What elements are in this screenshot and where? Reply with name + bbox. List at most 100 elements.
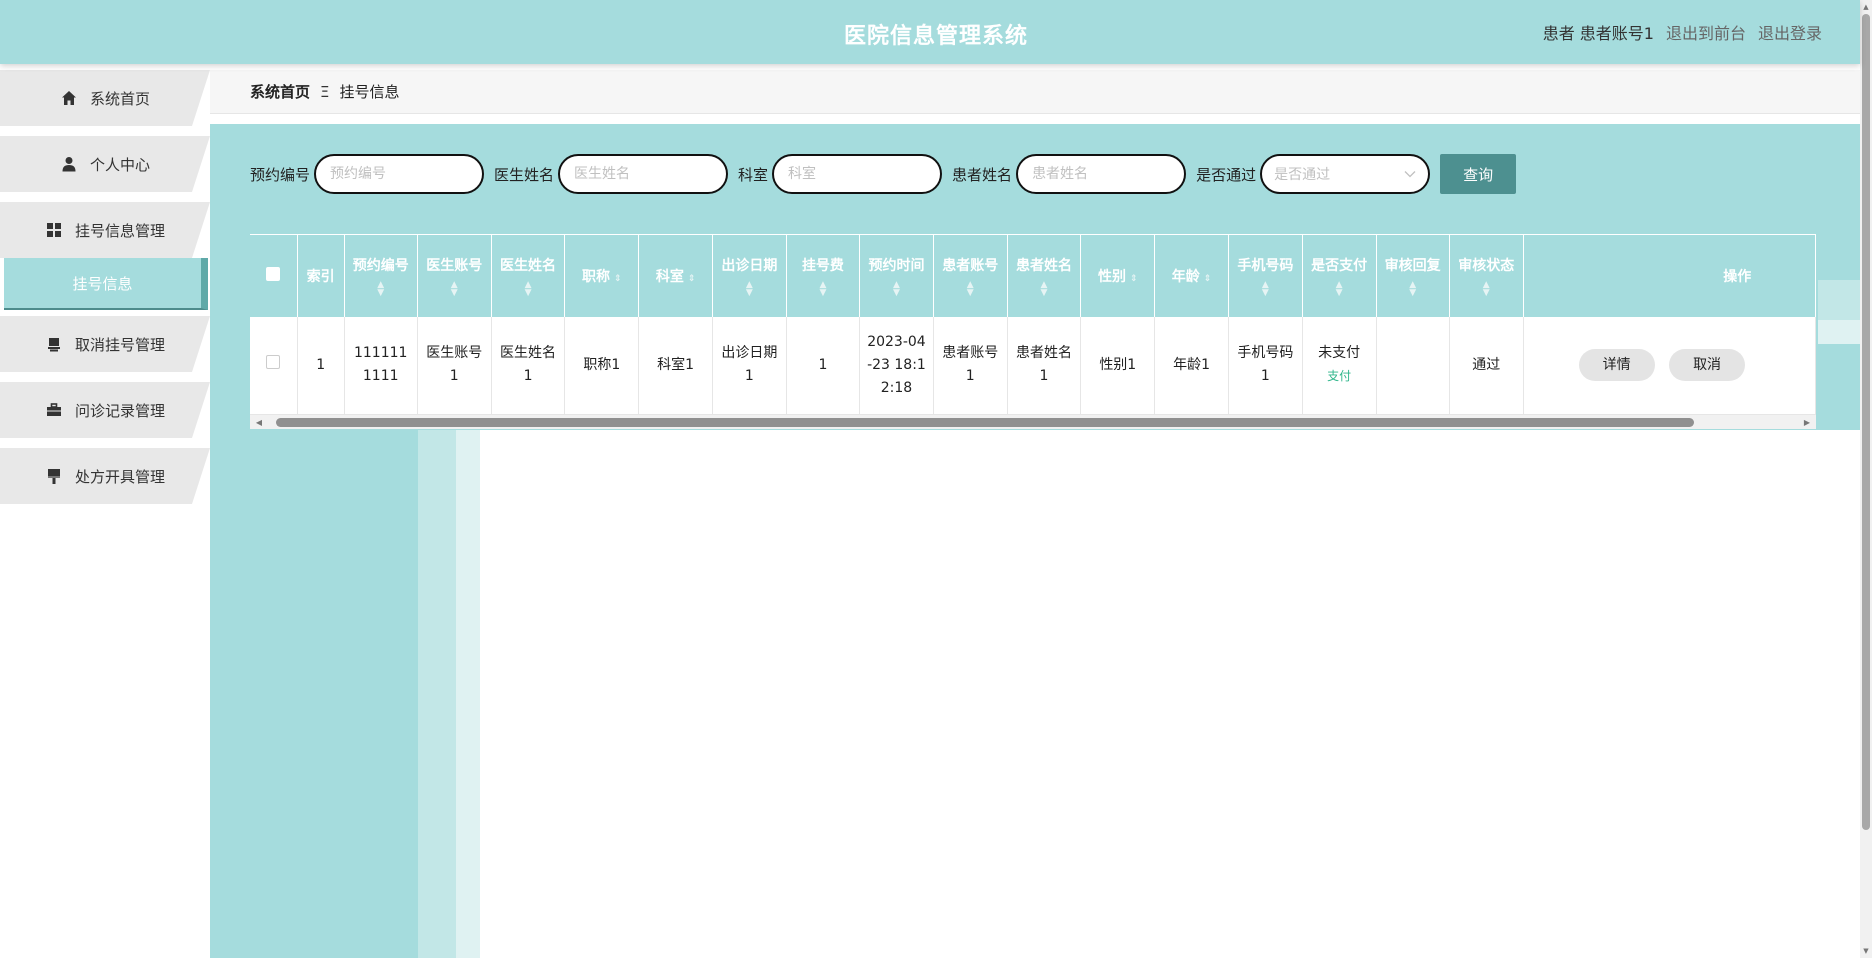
cell-doctor-account: 医生账号1 — [417, 316, 492, 415]
cell-department: 科室1 — [638, 316, 713, 415]
sidebar: 系统首页 个人中心 挂号信息管理 挂号信息 取消挂号管理 问诊记录管理 处方开具… — [0, 64, 210, 958]
sort-icon[interactable]: ⇕ — [688, 274, 696, 284]
table-horizontal-scrollbar[interactable]: ◀ ▶ — [250, 415, 1816, 429]
chevron-down-icon — [1404, 166, 1416, 182]
top-header: 医院信息管理系统 患者 患者账号1 退出到前台 退出登录 — [0, 0, 1860, 64]
home-icon — [60, 89, 78, 107]
column-header[interactable]: 是否支付 ▲ ▼ — [1302, 234, 1377, 317]
stamp-icon — [45, 335, 63, 353]
sort-icon[interactable]: ⇕ — [1204, 274, 1212, 284]
scroll-down-icon[interactable]: ▼ — [1860, 945, 1872, 957]
breadcrumb-home[interactable]: 系统首页 — [250, 81, 310, 102]
cancel-button[interactable]: 取消 — [1669, 349, 1746, 382]
column-header-label: 操作 — [1723, 268, 1752, 285]
cell-title: 职称1 — [564, 316, 640, 415]
select-all-checkbox[interactable] — [266, 266, 281, 281]
scroll-up-icon[interactable]: ▲ — [1860, 1, 1872, 13]
sort-icon[interactable]: ⇕ — [614, 274, 622, 284]
row-checkbox[interactable] — [266, 354, 281, 369]
column-header-label: 医生姓名 — [500, 257, 557, 274]
sidebar-item-label: 系统首页 — [89, 89, 150, 108]
paid-status-text: 未支付 — [1318, 345, 1361, 362]
sidebar-item-consultation-records[interactable]: 问诊记录管理 — [0, 382, 210, 438]
horizontal-scroll-thumb[interactable] — [276, 418, 1694, 427]
cell-patient-name: 患者姓名1 — [1007, 316, 1082, 415]
column-header[interactable]: 年龄 ⇕ — [1154, 234, 1229, 317]
sidebar-item-label: 挂号信息管理 — [74, 221, 165, 240]
sort-icon[interactable]: ▲ ▼ — [349, 280, 413, 297]
sidebar-item-registration-management[interactable]: 挂号信息管理 — [0, 202, 210, 258]
patient-name-label: 患者姓名 — [952, 165, 1013, 184]
query-button[interactable]: 查询 — [1440, 154, 1517, 194]
sidebar-item-label: 挂号信息 — [72, 274, 133, 293]
sort-icon[interactable]: ⇕ — [1130, 274, 1138, 284]
current-user: 患者 患者账号1 — [1542, 24, 1654, 43]
cell-appointment-time: 2023-04-23 18:12:18 — [859, 316, 934, 415]
vertical-scroll-thumb[interactable] — [1862, 14, 1870, 830]
patient-name-input[interactable] — [1016, 154, 1187, 194]
sort-icon[interactable]: ▲ ▼ — [1012, 280, 1077, 297]
department-input[interactable] — [772, 154, 943, 194]
sort-icon[interactable]: ▲ ▼ — [1307, 280, 1372, 297]
column-header[interactable]: 审核回复 ▲ ▼ — [1376, 234, 1450, 317]
registration-table: 索引 预约编号 ▲ ▼ 医生账号 ▲ ▼ 医生姓名 ▲ ▼ 职称 ⇕ 科室 ⇕ 出诊日期 ▲ ▼ 挂… — [250, 234, 1816, 430]
sidebar-item-prescription[interactable]: 处方开具管理 — [0, 448, 210, 504]
column-header[interactable]: 患者姓名 ▲ ▼ — [1007, 234, 1082, 317]
sort-icon[interactable]: ▲ ▼ — [496, 280, 561, 297]
column-header-label: 审核状态 — [1458, 257, 1515, 274]
sort-icon[interactable]: ▲ ▼ — [864, 280, 929, 297]
sort-icon[interactable]: ▲ ▼ — [938, 280, 1003, 297]
sidebar-item-cancel-registration[interactable]: 取消挂号管理 — [0, 316, 210, 372]
cell-index: 1 — [297, 316, 345, 415]
column-header[interactable]: 医生账号 ▲ ▼ — [417, 234, 492, 317]
scroll-left-icon[interactable]: ◀ — [252, 415, 266, 429]
approved-select[interactable]: 是否通过 — [1260, 154, 1431, 194]
column-header[interactable]: 出诊日期 ▲ ▼ — [712, 234, 787, 317]
sidebar-subitem-registration-info[interactable]: 挂号信息 — [4, 258, 208, 310]
breadcrumb-separator: Ξ — [320, 82, 330, 101]
column-header-label: 性别 — [1098, 268, 1126, 285]
sort-icon[interactable]: ▲ ▼ — [1381, 280, 1445, 297]
appointment-no-label: 预约编号 — [250, 165, 311, 184]
detail-button[interactable]: 详情 — [1578, 349, 1655, 382]
sort-icon[interactable]: ▲ ▼ — [422, 280, 487, 297]
doctor-name-input[interactable] — [558, 154, 729, 194]
scroll-right-icon[interactable]: ▶ — [1800, 415, 1814, 429]
cell-appointment-no: 1111111111 — [344, 316, 418, 415]
page-vertical-scrollbar[interactable]: ▲ ▼ — [1860, 0, 1872, 958]
cell-review-status: 通过 — [1449, 316, 1524, 415]
sidebar-item-profile[interactable]: 个人中心 — [0, 136, 210, 192]
sort-icon[interactable]: ▲ ▼ — [791, 280, 855, 297]
column-header[interactable]: 医生姓名 ▲ ▼ — [491, 234, 566, 317]
column-header-label: 患者账号 — [942, 257, 999, 274]
table-header-row: 索引 预约编号 ▲ ▼ 医生账号 ▲ ▼ 医生姓名 ▲ ▼ 职称 ⇕ 科室 ⇕ 出诊日期 ▲ ▼ 挂… — [250, 234, 1816, 317]
column-header[interactable]: 手机号码 ▲ ▼ — [1228, 234, 1303, 317]
column-header[interactable]: 患者账号 ▲ ▼ — [933, 234, 1008, 317]
sidebar-item-label: 处方开具管理 — [74, 467, 165, 486]
briefcase-icon — [45, 401, 63, 419]
sort-icon[interactable]: ▲ ▼ — [717, 280, 782, 297]
logout-link[interactable]: 退出登录 — [1758, 20, 1822, 44]
back-to-front-link[interactable]: 退出到前台 — [1666, 20, 1746, 44]
column-header[interactable]: 职称 ⇕ — [564, 234, 640, 317]
sort-icon[interactable]: ▲ ▼ — [1233, 280, 1298, 297]
appointment-no-input[interactable] — [314, 154, 485, 194]
column-header-label: 医生账号 — [426, 257, 483, 274]
sort-icon[interactable]: ▲ ▼ — [1454, 280, 1519, 297]
column-header[interactable]: 科室 ⇕ — [638, 234, 713, 317]
column-header-label: 职称 — [582, 268, 611, 285]
column-header-label: 年龄 — [1171, 268, 1200, 285]
sidebar-item-home[interactable]: 系统首页 — [0, 70, 210, 126]
column-header[interactable]: 审核状态 ▲ ▼ — [1449, 234, 1524, 317]
breadcrumb-current: 挂号信息 — [339, 83, 400, 101]
cell-gender: 性别1 — [1080, 316, 1156, 415]
approved-label: 是否通过 — [1196, 165, 1257, 184]
column-header[interactable]: 性别 ⇕ — [1080, 234, 1156, 317]
column-header[interactable]: 预约时间 ▲ ▼ — [859, 234, 934, 317]
column-header-label: 是否支付 — [1311, 257, 1368, 274]
sidebar-item-label: 个人中心 — [89, 155, 150, 174]
column-header[interactable]: 预约编号 ▲ ▼ — [344, 234, 418, 317]
column-header[interactable]: 挂号费 ▲ ▼ — [786, 234, 861, 317]
row-select-cell — [250, 316, 298, 415]
pay-link[interactable]: 支付 — [1309, 365, 1370, 388]
